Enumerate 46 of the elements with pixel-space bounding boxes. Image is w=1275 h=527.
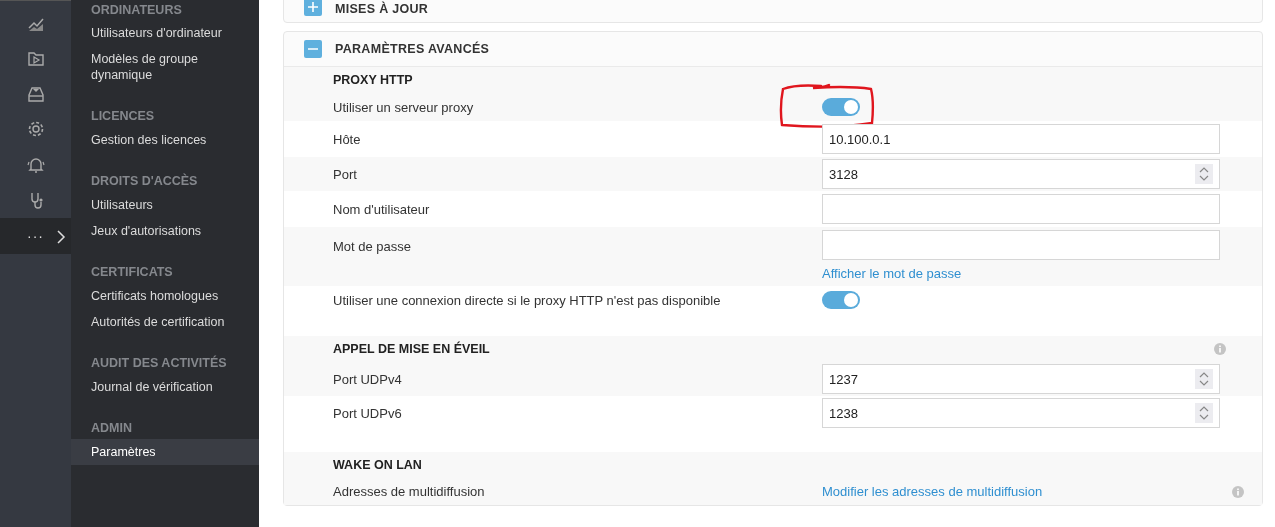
collapse-icon[interactable] xyxy=(304,40,322,58)
nav-item[interactable]: Modèles de groupe dynamique xyxy=(71,46,259,88)
nav-item[interactable]: Certificats homologues xyxy=(71,283,259,309)
spinner-icon[interactable] xyxy=(1195,369,1213,389)
nav-item[interactable]: Utilisateurs d'ordinateur xyxy=(71,20,259,46)
input-field[interactable] xyxy=(822,194,1220,224)
nav-item[interactable]: Jeux d'autorisations xyxy=(71,218,259,244)
nav-heading: CERTIFICATS xyxy=(90,264,174,281)
field-label: Hôte xyxy=(333,131,362,147)
field-label: Utiliser une connexion directe si le proxy HTTP n'est pas disponible xyxy=(333,292,722,308)
input-field[interactable] xyxy=(822,230,1220,260)
section-heading: APPEL DE MISE EN ÉVEIL xyxy=(333,342,490,356)
number-field[interactable]: 1237 xyxy=(822,364,1220,394)
panel-title[interactable]: MISES À JOUR xyxy=(335,2,429,16)
expand-icon[interactable] xyxy=(304,0,322,16)
toggle-switch[interactable] xyxy=(822,291,860,309)
panel-title[interactable]: PARAMÈTRES AVANCÉS xyxy=(335,42,490,56)
field-label: Utiliser un serveur proxy xyxy=(333,99,475,115)
nav-item[interactable]: Journal de vérification xyxy=(71,374,259,400)
nav-heading: AUDIT DES ACTIVITÉS xyxy=(90,354,228,372)
more-button[interactable]: ··· xyxy=(27,227,44,244)
field-label: Mot de passe xyxy=(333,239,413,254)
nav-heading: LICENCES xyxy=(90,108,156,125)
info-icon[interactable] xyxy=(1214,343,1226,355)
spinner-icon[interactable] xyxy=(1195,403,1213,423)
field-label: Port UDPv6 xyxy=(333,405,403,421)
chevron-right-icon xyxy=(56,229,66,245)
input-field[interactable]: 10.100.0.1 xyxy=(822,124,1220,154)
number-field[interactable]: 3128 xyxy=(822,159,1220,189)
nav-item[interactable]: Utilisateurs xyxy=(71,192,259,218)
number-field[interactable]: 1238 xyxy=(822,398,1220,428)
nav-heading: DROITS D'ACCÈS xyxy=(90,172,199,190)
spinner-icon[interactable] xyxy=(1195,164,1213,184)
nav-heading: ORDINATEURS xyxy=(90,2,183,19)
section-heading: PROXY HTTP xyxy=(333,73,413,87)
nav-item[interactable]: Paramètres xyxy=(71,439,259,465)
nav-item[interactable]: Gestion des licences xyxy=(71,127,259,153)
section-heading: WAKE ON LAN xyxy=(333,458,422,472)
field-label: Port UDPv4 xyxy=(333,371,403,387)
field-label: Port xyxy=(333,166,358,182)
nav-heading: ADMIN xyxy=(90,420,133,437)
toggle-switch[interactable] xyxy=(822,98,860,116)
field-label: Adresses de multidiffusion xyxy=(333,484,486,499)
field-label: Nom d'utilisateur xyxy=(333,201,431,217)
nav-item[interactable]: Autorités de certification xyxy=(71,309,259,335)
info-icon[interactable] xyxy=(1232,485,1244,498)
